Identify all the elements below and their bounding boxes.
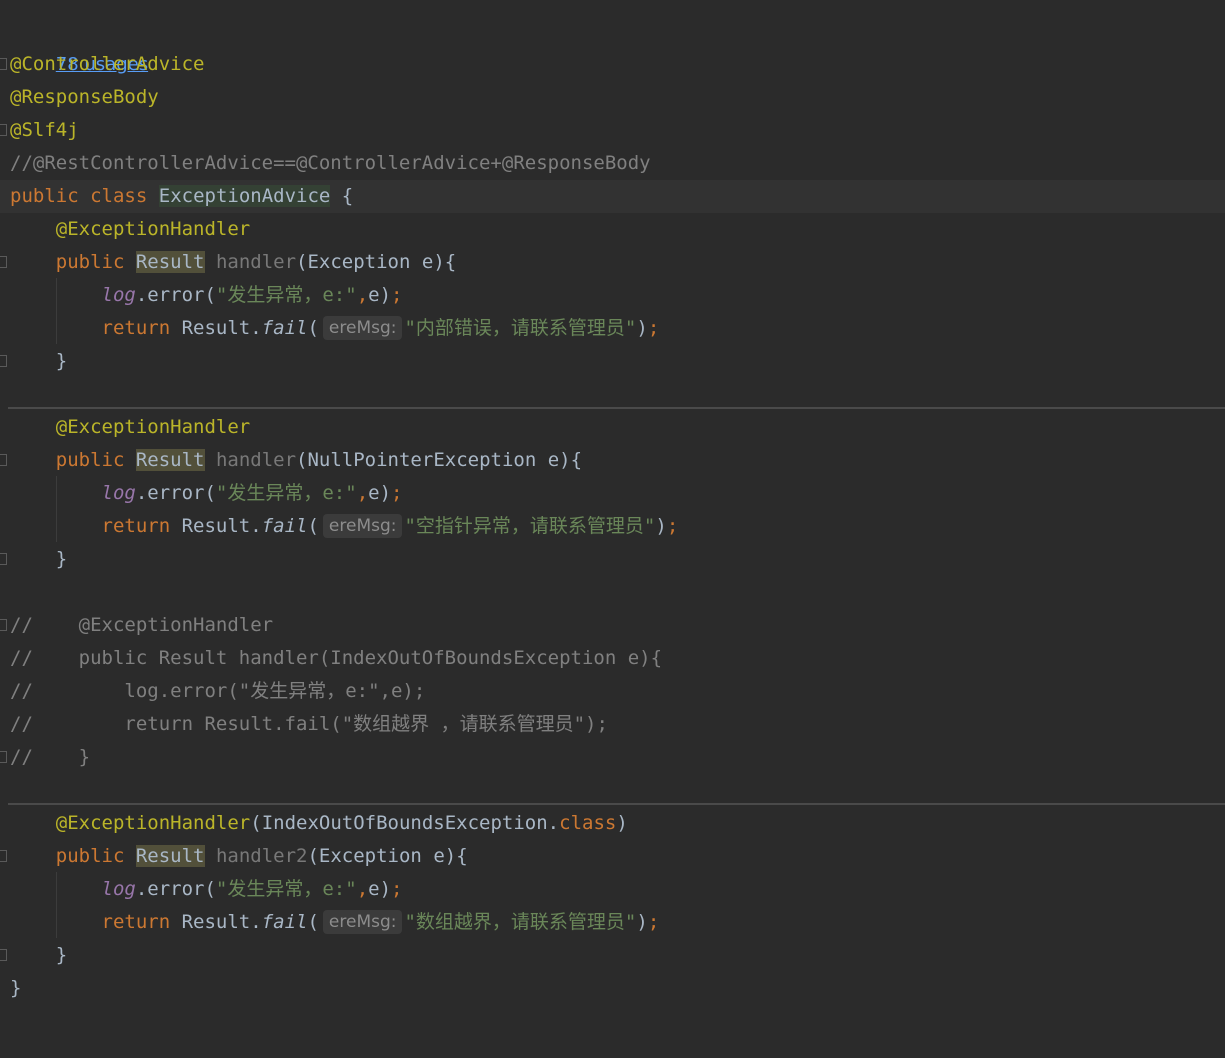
code-line: } bbox=[0, 939, 1225, 972]
code-line: } bbox=[0, 543, 1225, 576]
code-line: public Result handler(Exception e){ bbox=[55, 251, 457, 273]
field-log: log bbox=[101, 878, 136, 900]
static-method: fail bbox=[261, 911, 308, 933]
param-type: Exception bbox=[307, 251, 411, 273]
method-name[interactable]: handler bbox=[216, 251, 296, 273]
comment: // log.error("发生异常，e:",e); bbox=[10, 680, 426, 702]
string-literal: "数组越界，请联系管理员" bbox=[404, 911, 637, 933]
code-line-current: public class ExceptionAdvice { bbox=[0, 180, 1225, 213]
method-separator bbox=[8, 803, 1225, 805]
class-ref: Result. bbox=[181, 911, 262, 933]
field-log: log bbox=[101, 482, 136, 504]
annotation: @ExceptionHandler bbox=[55, 218, 251, 240]
code-line: } bbox=[0, 345, 1225, 378]
annotation: @Slf4j bbox=[10, 119, 79, 141]
comment: // public Result handler(IndexOutOfBound… bbox=[10, 647, 663, 669]
comment: //@RestControllerAdvice==@ControllerAdvi… bbox=[10, 152, 651, 174]
code-line: return Result.fail(ereMsg: "空指针异常，请联系管理员"… bbox=[101, 514, 679, 538]
brace: } bbox=[55, 944, 68, 966]
comment: // } bbox=[10, 746, 91, 768]
code-line: log.error("发生异常，e:",e); bbox=[101, 878, 403, 900]
keyword: return bbox=[101, 911, 171, 933]
parameter-hint: ereMsg: bbox=[322, 514, 403, 538]
brace: } bbox=[55, 548, 68, 570]
string-literal: "空指针异常，请联系管理员" bbox=[404, 515, 656, 537]
brace: } bbox=[10, 977, 22, 999]
keyword: return bbox=[101, 515, 171, 537]
code-line: log.error("发生异常，e:",e); bbox=[101, 482, 403, 504]
comment: // return Result.fail("数组越界 ，请联系管理员"); bbox=[10, 713, 608, 735]
code-line: @ExceptionHandler(IndexOutOfBoundsExcept… bbox=[55, 812, 628, 834]
method-call: .error( bbox=[135, 284, 216, 306]
code-line: @Slf4j bbox=[0, 114, 1225, 147]
comment: // @ExceptionHandler bbox=[10, 614, 274, 636]
code-line: 78 usages bbox=[0, 15, 1225, 75]
method-separator bbox=[8, 407, 1225, 409]
code-line: public Result handler(NullPointerExcepti… bbox=[55, 449, 583, 471]
keyword: class bbox=[559, 812, 617, 834]
keyword: public bbox=[10, 185, 79, 207]
code-line: log.error("发生异常，e:",e); bbox=[101, 284, 403, 306]
parameter-hint: ereMsg: bbox=[322, 316, 403, 340]
code-line: @ControllerAdvice bbox=[0, 48, 1225, 81]
method-name[interactable]: handler2 bbox=[216, 845, 308, 867]
param-type: NullPointerException bbox=[307, 449, 537, 471]
code-editor[interactable]: 78 usages @ControllerAdvice @ResponseBod… bbox=[0, 0, 1225, 1058]
comment-line: // log.error("发生异常，e:",e); bbox=[0, 675, 1225, 708]
code-line: @ResponseBody bbox=[0, 81, 1225, 114]
keyword: return bbox=[101, 317, 171, 339]
code-line: public Result handler2(Exception e){ bbox=[55, 845, 468, 867]
param-type: Exception bbox=[318, 845, 422, 867]
string-literal: "发生异常，e:" bbox=[215, 482, 357, 504]
code-line: return Result.fail(ereMsg: "内部错误，请联系管理员")… bbox=[101, 316, 660, 340]
return-type[interactable]: Result bbox=[135, 449, 205, 471]
annotation: @ExceptionHandler bbox=[55, 416, 251, 438]
keyword: public bbox=[55, 251, 125, 273]
keyword: class bbox=[90, 185, 148, 207]
comment-line: // @ExceptionHandler bbox=[0, 609, 1225, 642]
method-call: .error( bbox=[135, 482, 216, 504]
static-method: fail bbox=[261, 515, 308, 537]
static-method: fail bbox=[261, 317, 308, 339]
annotation: @ControllerAdvice bbox=[10, 53, 205, 75]
code-line: //@RestControllerAdvice==@ControllerAdvi… bbox=[0, 147, 1225, 180]
brace: { bbox=[330, 185, 354, 207]
comment-line: // public Result handler(IndexOutOfBound… bbox=[0, 642, 1225, 675]
string-literal: "发生异常，e:" bbox=[215, 284, 357, 306]
method-name[interactable]: handler bbox=[216, 449, 296, 471]
brace: } bbox=[55, 350, 68, 372]
annotation: @ExceptionHandler bbox=[55, 812, 251, 834]
class-ref: Result. bbox=[181, 317, 262, 339]
string-literal: "发生异常，e:" bbox=[215, 878, 357, 900]
code-line: @ExceptionHandler bbox=[0, 411, 1225, 444]
keyword: public bbox=[55, 845, 125, 867]
code-line: @ExceptionHandler bbox=[0, 213, 1225, 246]
class-ref: Result. bbox=[181, 515, 262, 537]
class-name[interactable]: ExceptionAdvice bbox=[158, 185, 331, 207]
parameter-hint: ereMsg: bbox=[322, 910, 403, 934]
method-call: .error( bbox=[135, 878, 216, 900]
string-literal: "内部错误，请联系管理员" bbox=[404, 317, 637, 339]
code-line: } bbox=[0, 972, 1225, 1005]
code-line: return Result.fail(ereMsg: "数组越界，请联系管理员")… bbox=[101, 910, 660, 934]
keyword: public bbox=[55, 449, 125, 471]
field-log: log bbox=[101, 284, 136, 306]
annotation: @ResponseBody bbox=[10, 86, 159, 108]
comment-line: // } bbox=[0, 741, 1225, 774]
comment-line: // return Result.fail("数组越界 ，请联系管理员"); bbox=[0, 708, 1225, 741]
return-type[interactable]: Result bbox=[135, 251, 205, 273]
annotation-arg: IndexOutOfBoundsException bbox=[261, 812, 548, 834]
return-type[interactable]: Result bbox=[135, 845, 205, 867]
